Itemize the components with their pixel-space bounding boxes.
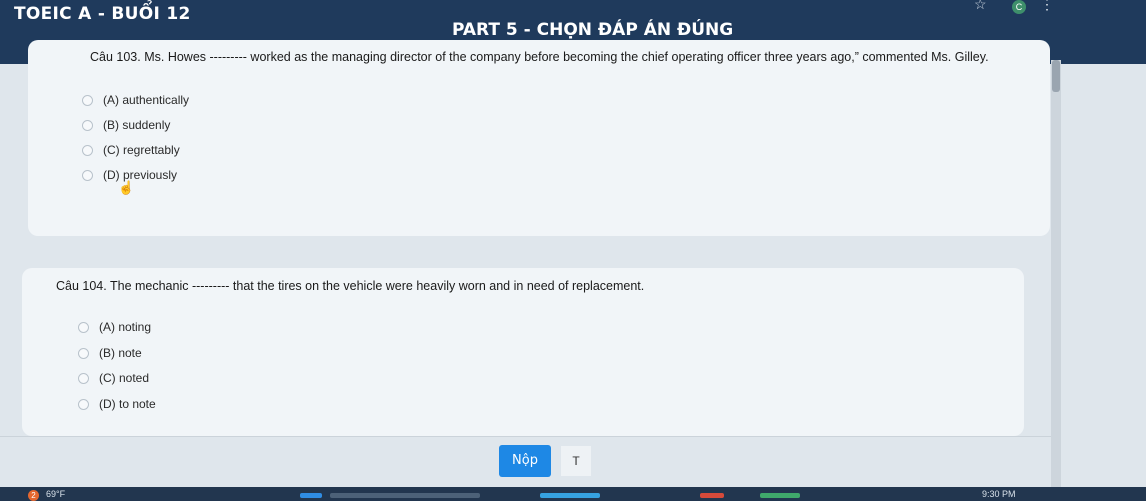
radio-button[interactable] <box>78 347 89 359</box>
scrollbar-track[interactable] <box>1051 60 1061 500</box>
option-104-b[interactable]: (B) note <box>78 346 142 360</box>
text-tool-button[interactable]: T <box>561 446 591 476</box>
taskbar-clock: 9:30 PM <box>982 489 1016 499</box>
option-104-a[interactable]: (A) noting <box>78 320 151 334</box>
option-label: (A) authentically <box>103 93 190 107</box>
radio-button[interactable] <box>78 372 89 384</box>
radio-button[interactable] <box>82 144 93 156</box>
option-104-c[interactable]: (C) noted <box>78 371 149 385</box>
radio-button[interactable] <box>82 169 93 181</box>
temperature-readout: 69°F <box>46 489 66 499</box>
question-103-text: Câu 103. Ms. Howes --------- worked as t… <box>90 50 989 64</box>
hand-cursor-icon: ☝ <box>118 180 135 195</box>
weather-badge-icon[interactable]: 2 <box>28 490 39 501</box>
radio-button[interactable] <box>78 398 89 410</box>
taskbar-app-icon[interactable] <box>760 493 800 498</box>
option-label: (B) suddenly <box>103 118 171 132</box>
scrollbar-thumb[interactable] <box>1052 60 1060 92</box>
taskbar-search-bar[interactable] <box>330 493 480 498</box>
more-menu-icon[interactable]: ⋮ <box>1040 0 1054 13</box>
option-label: (A) noting <box>99 320 152 334</box>
footer-divider <box>0 436 1051 437</box>
question-card-103 <box>28 40 1050 236</box>
bookmark-star-icon[interactable]: ☆ <box>974 0 987 13</box>
taskbar-app-icon[interactable] <box>540 493 600 498</box>
option-103-b[interactable]: (B) suddenly <box>82 118 170 132</box>
taskbar-app-icon[interactable] <box>700 493 724 498</box>
option-103-a[interactable]: (A) authentically <box>82 93 189 107</box>
option-label: (C) regrettably <box>103 143 180 157</box>
radio-button[interactable] <box>78 321 89 333</box>
submit-button[interactable]: Nộp <box>499 445 551 477</box>
option-label: (B) note <box>99 346 142 360</box>
part-title: PART 5 - CHỌN ĐÁP ÁN ĐÚNG <box>452 20 734 40</box>
option-103-c[interactable]: (C) regrettably <box>82 143 180 157</box>
option-label: (D) previously <box>103 168 178 182</box>
radio-button[interactable] <box>82 119 93 131</box>
option-label: (D) to note <box>99 397 156 411</box>
question-card-104 <box>22 268 1024 436</box>
quiz-title: TOEIC A - BUỔI 12 <box>14 4 191 24</box>
radio-button[interactable] <box>82 94 93 106</box>
taskbar-app-icon[interactable] <box>300 493 322 498</box>
option-label: (C) noted <box>99 371 150 385</box>
question-104-text: Câu 104. The mechanic --------- that the… <box>56 279 645 293</box>
profile-avatar-icon[interactable]: C <box>1012 0 1026 14</box>
option-104-d[interactable]: (D) to note <box>78 397 156 411</box>
